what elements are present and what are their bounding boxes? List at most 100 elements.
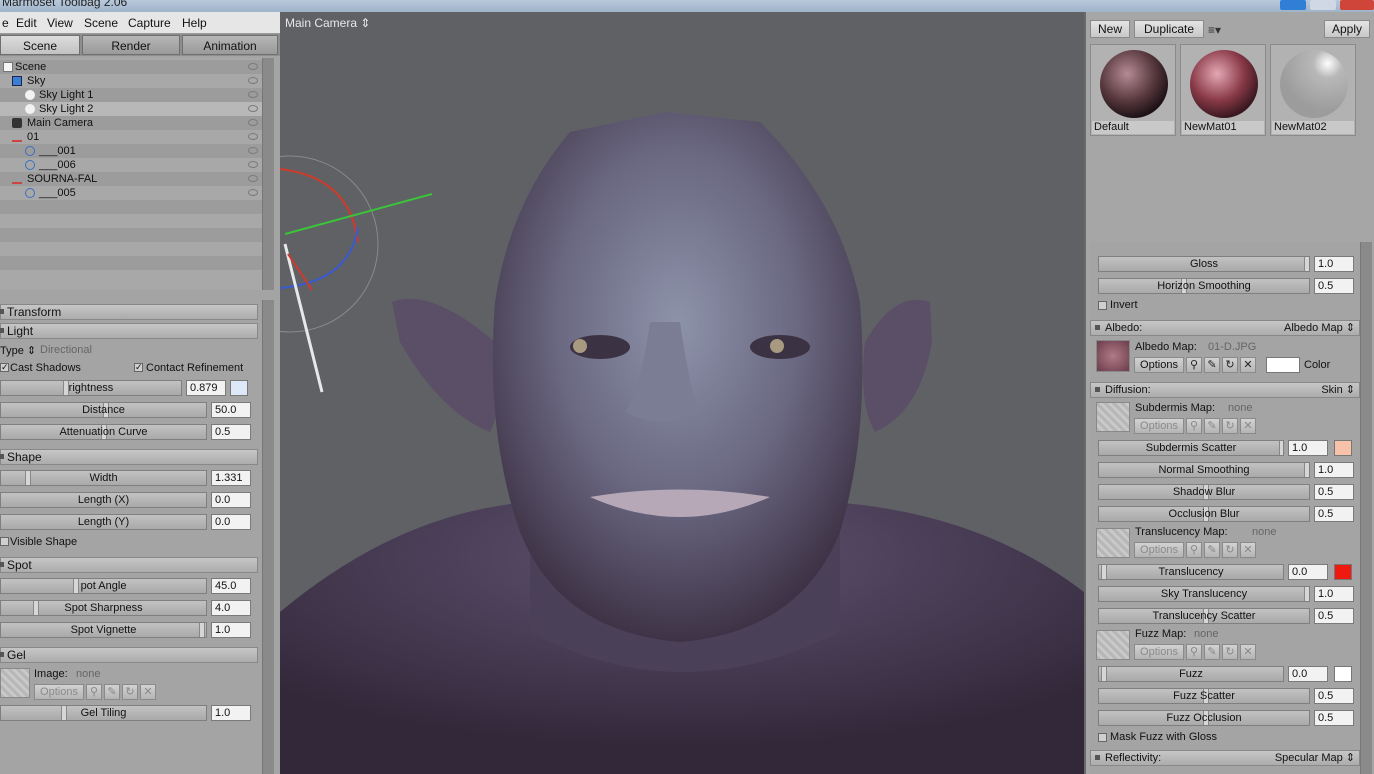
translucency-scatter-slider[interactable]: Translucency Scatter	[1098, 608, 1310, 624]
section-shape[interactable]: Shape	[0, 449, 258, 465]
slider-knob[interactable]	[25, 471, 31, 485]
fuzz-options-button[interactable]: Options	[1134, 644, 1184, 660]
clear-x-icon[interactable]: ✕	[140, 684, 156, 700]
translucency-scatter-field[interactable]: 0.5	[1314, 608, 1354, 624]
tree-item-sky-light-1[interactable]: Sky Light 1	[0, 88, 262, 102]
menu-scene[interactable]: Scene	[84, 16, 118, 30]
distance-slider[interactable]: Distance	[0, 402, 207, 418]
fuzz-occlusion-field[interactable]: 0.5	[1314, 710, 1354, 726]
reload-icon[interactable]: ↻	[1222, 644, 1238, 660]
length-x-slider[interactable]: Length (X)	[0, 492, 207, 508]
subdermis-scatter-field[interactable]: 1.0	[1288, 440, 1328, 456]
clear-x-icon[interactable]: ✕	[1240, 542, 1256, 558]
fuzz-scatter-slider[interactable]: Fuzz Scatter	[1098, 688, 1310, 704]
diffusion-mode-dropdown[interactable]: Skin ⇕	[1321, 383, 1355, 397]
albedo-map-thumbnail[interactable]	[1096, 340, 1130, 372]
invert-checkbox[interactable]	[1098, 301, 1107, 310]
horizon-smoothing-slider[interactable]: Horizon Smoothing	[1098, 278, 1310, 294]
translucency-field[interactable]: 0.0	[1288, 564, 1328, 580]
camera-dropdown-label[interactable]: Main Camera ⇕	[285, 16, 370, 30]
sky-translucency-field[interactable]: 1.0	[1314, 586, 1354, 602]
material-menu-icon[interactable]: ≡▾	[1208, 23, 1221, 37]
menu-help[interactable]: Help	[182, 16, 207, 30]
clear-x-icon[interactable]: ✕	[1240, 644, 1256, 660]
translucency-options-button[interactable]: Options	[1134, 542, 1184, 558]
gel-tiling-slider[interactable]: Gel Tiling	[0, 705, 207, 721]
length-x-field[interactable]: 0.0	[211, 492, 251, 508]
tree-item-001[interactable]: ___001	[0, 144, 262, 158]
slider-knob[interactable]	[1304, 257, 1309, 271]
albedo-options-button[interactable]: Options	[1134, 357, 1184, 373]
sky-translucency-slider[interactable]: Sky Translucency	[1098, 586, 1310, 602]
attenuation-slider[interactable]: Attenuation Curve	[0, 424, 207, 440]
width-slider[interactable]: Width	[0, 470, 207, 486]
section-diffusion[interactable]: Diffusion: Skin ⇕	[1090, 382, 1360, 398]
visibility-eye-icon[interactable]	[248, 189, 258, 196]
clear-x-icon[interactable]: ✕	[1240, 418, 1256, 434]
visibility-eye-icon[interactable]	[248, 91, 258, 98]
material-newmat02[interactable]: NewMat02	[1270, 44, 1356, 136]
duplicate-material-button[interactable]: Duplicate	[1134, 20, 1204, 38]
fuzz-occlusion-slider[interactable]: Fuzz Occlusion	[1098, 710, 1310, 726]
tree-scrollbar[interactable]	[262, 58, 274, 290]
new-material-button[interactable]: New	[1090, 20, 1130, 38]
gizmo-x-ring[interactable]	[280, 168, 359, 243]
visibility-eye-icon[interactable]	[248, 63, 258, 70]
tab-render[interactable]: Render	[82, 35, 180, 55]
browse-magnifier-icon[interactable]: ⚲	[1186, 644, 1202, 660]
gel-tiling-field[interactable]: 1.0	[211, 705, 251, 721]
subdermis-map-thumbnail[interactable]	[1096, 402, 1130, 432]
fuzz-map-thumbnail[interactable]	[1096, 630, 1130, 660]
slider-knob[interactable]	[73, 579, 79, 593]
gizmo-outer-ring[interactable]	[280, 155, 379, 333]
menu-capture[interactable]: Capture	[128, 16, 171, 30]
occlusion-blur-field[interactable]: 0.5	[1314, 506, 1354, 522]
fuzz-color-swatch[interactable]	[1334, 666, 1352, 682]
slider-knob[interactable]	[1279, 441, 1283, 455]
reload-icon[interactable]: ↻	[122, 684, 138, 700]
subdermis-scatter-slider[interactable]: Subdermis Scatter	[1098, 440, 1284, 456]
material-scrollbar[interactable]	[1360, 242, 1372, 774]
tree-item-005[interactable]: ___005	[0, 186, 262, 200]
length-y-field[interactable]: 0.0	[211, 514, 251, 530]
cast-shadows-checkbox[interactable]: ✓	[0, 363, 9, 372]
fuzz-scatter-field[interactable]: 0.5	[1314, 688, 1354, 704]
spot-vignette-field[interactable]: 1.0	[211, 622, 251, 638]
light-direction-arrow[interactable]	[283, 243, 324, 393]
slider-knob[interactable]	[1304, 587, 1309, 601]
brightness-slider[interactable]: rightness	[0, 380, 182, 396]
section-spot[interactable]: Spot	[0, 557, 258, 573]
gizmo-z-ring[interactable]	[280, 226, 359, 289]
section-reflectivity[interactable]: Reflectivity: Specular Map ⇕	[1090, 750, 1360, 766]
tree-item-006[interactable]: ___006	[0, 158, 262, 172]
section-transform[interactable]: Transform	[0, 304, 258, 320]
visibility-eye-icon[interactable]	[248, 133, 258, 140]
translucency-slider[interactable]: Translucency	[1098, 564, 1284, 580]
slider-knob[interactable]	[1304, 463, 1309, 477]
shadow-blur-field[interactable]: 0.5	[1314, 484, 1354, 500]
gel-options-button[interactable]: Options	[34, 684, 84, 700]
edit-pencil-icon[interactable]: ✎	[1204, 357, 1220, 373]
normal-smoothing-field[interactable]: 1.0	[1314, 462, 1354, 478]
menu-file[interactable]: e	[2, 16, 9, 30]
slider-knob[interactable]	[1101, 667, 1107, 681]
reload-icon[interactable]: ↻	[1222, 418, 1238, 434]
browse-magnifier-icon[interactable]: ⚲	[1186, 357, 1202, 373]
visibility-eye-icon[interactable]	[248, 105, 258, 112]
brightness-field[interactable]: 0.879	[186, 380, 226, 396]
edit-pencil-icon[interactable]: ✎	[1204, 418, 1220, 434]
tree-item-scene[interactable]: Scene	[0, 60, 262, 74]
fuzz-slider[interactable]: Fuzz	[1098, 666, 1284, 682]
spot-sharpness-field[interactable]: 4.0	[211, 600, 251, 616]
albedo-color-swatch[interactable]	[1266, 357, 1300, 373]
browse-magnifier-icon[interactable]: ⚲	[1186, 418, 1202, 434]
spot-vignette-slider[interactable]: Spot Vignette	[0, 622, 207, 638]
browse-magnifier-icon[interactable]: ⚲	[1186, 542, 1202, 558]
slider-knob[interactable]	[33, 601, 39, 615]
clear-x-icon[interactable]: ✕	[1240, 357, 1256, 373]
gloss-field[interactable]: 1.0	[1314, 256, 1354, 272]
browse-magnifier-icon[interactable]: ⚲	[86, 684, 102, 700]
attenuation-field[interactable]: 0.5	[211, 424, 251, 440]
occlusion-blur-slider[interactable]: Occlusion Blur	[1098, 506, 1310, 522]
albedo-mode-dropdown[interactable]: Albedo Map ⇕	[1284, 321, 1355, 335]
